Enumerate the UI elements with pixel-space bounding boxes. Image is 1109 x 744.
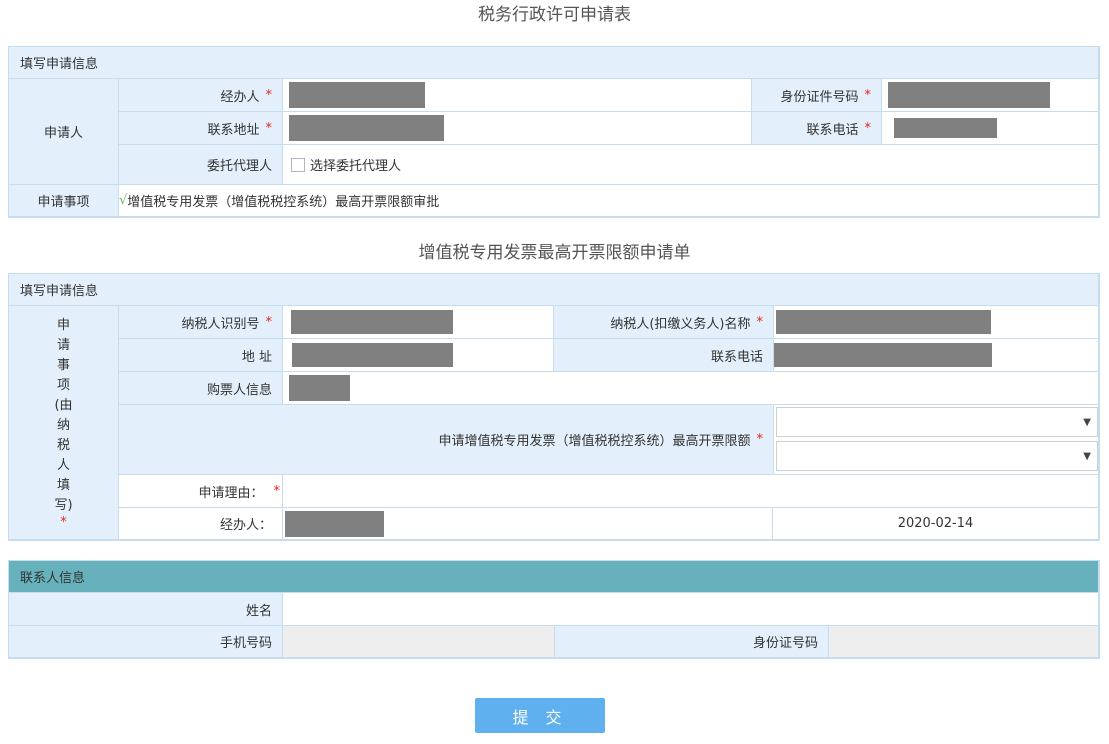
form-title: 税务行政许可申请表 [478, 5, 631, 25]
application-info-section: 填写申请信息 申请人 经办人 * 身份证件号码 * 联系地址 * 联系电话 * 委托代理… [8, 46, 1100, 218]
limit-select-group: ▼ ▼ [774, 405, 1099, 475]
section-header: 填写申请信息 [9, 47, 1099, 79]
applicant-label: 申请人 [9, 79, 119, 185]
matter-label: 申请事项 [9, 185, 119, 217]
matter-value: √ 增值税专用发票（增值税税控系统）最高开票限额审批 [119, 185, 1099, 217]
contact-name-label: 姓名 [9, 593, 283, 626]
handler-label: 经办人： [119, 508, 283, 540]
taxpayer-name-field[interactable] [774, 306, 1099, 339]
redacted-value [894, 118, 997, 138]
submit-button[interactable]: 提 交 [475, 698, 605, 733]
date-field: 2020-02-14 [773, 508, 1099, 540]
limit-application-section: 填写申请信息 申请事项(由纳税人填写) * 纳税人识别号 * 纳税人(扣缴义务人)… [8, 273, 1100, 541]
redacted-value [774, 343, 992, 367]
taxpayer-id-field[interactable] [283, 306, 554, 339]
agent-checkbox[interactable] [291, 157, 305, 172]
contact-name-input[interactable] [283, 593, 1099, 626]
dropdown-arrow-icon: ▼ [1083, 416, 1091, 428]
limit-select-2[interactable]: ▼ [776, 441, 1098, 471]
address-field[interactable] [283, 112, 752, 145]
limit-label: 申请增值税专用发票（增值税税控系统）最高开票限额 * [119, 405, 774, 475]
reason-label: 申请理由： * [119, 475, 283, 508]
contact-info-section: 联系人信息 姓名 手机号码 身份证号码 [8, 560, 1100, 659]
idcard-label: 身份证号码 [555, 626, 829, 658]
redacted-value [776, 310, 991, 334]
redacted-value [888, 82, 1050, 108]
id-number-label: 身份证件号码 * [752, 79, 882, 112]
handler-label: 经办人 * [119, 79, 283, 112]
handler-field[interactable] [283, 79, 752, 112]
agent-field: 选择委托代理人 [283, 145, 1099, 185]
dropdown-arrow-icon: ▼ [1083, 450, 1091, 462]
matter-side-label: 申请事项(由纳税人填写) * [9, 306, 119, 540]
phone-field[interactable] [882, 112, 1099, 145]
handler-field[interactable] [283, 508, 773, 540]
phone-field[interactable] [774, 339, 1099, 372]
limit-form-title: 增值税专用发票最高开票限额申请单 [418, 243, 691, 263]
id-number-field[interactable] [882, 79, 1099, 112]
limit-select-1[interactable]: ▼ [776, 407, 1098, 437]
reason-field[interactable] [283, 475, 1099, 508]
redacted-value [289, 375, 350, 401]
address-label: 地 址 [119, 339, 283, 372]
agent-label: 委托代理人 [119, 145, 283, 185]
buyer-info-field[interactable] [283, 372, 1099, 405]
taxpayer-name-label: 纳税人(扣缴义务人)名称 * [554, 306, 774, 339]
redacted-value [285, 510, 384, 537]
taxpayer-id-label: 纳税人识别号 * [119, 306, 283, 339]
phone-label: 联系电话 * [752, 112, 882, 145]
redacted-value [292, 343, 453, 367]
idcard-input[interactable] [829, 626, 1099, 658]
contact-header: 联系人信息 [9, 561, 1099, 593]
buyer-info-label: 购票人信息 [119, 372, 283, 405]
section-header: 填写申请信息 [9, 274, 1099, 306]
agent-checkbox-label[interactable]: 选择委托代理人 [310, 155, 401, 174]
phone-label: 联系电话 [554, 339, 774, 372]
redacted-value [289, 115, 444, 141]
address-label: 联系地址 * [119, 112, 283, 145]
redacted-value [289, 82, 425, 108]
mobile-label: 手机号码 [9, 626, 283, 658]
check-mark-icon: √ [119, 193, 128, 208]
address-field[interactable] [283, 339, 554, 372]
mobile-input[interactable] [283, 626, 555, 658]
redacted-value [291, 310, 453, 334]
